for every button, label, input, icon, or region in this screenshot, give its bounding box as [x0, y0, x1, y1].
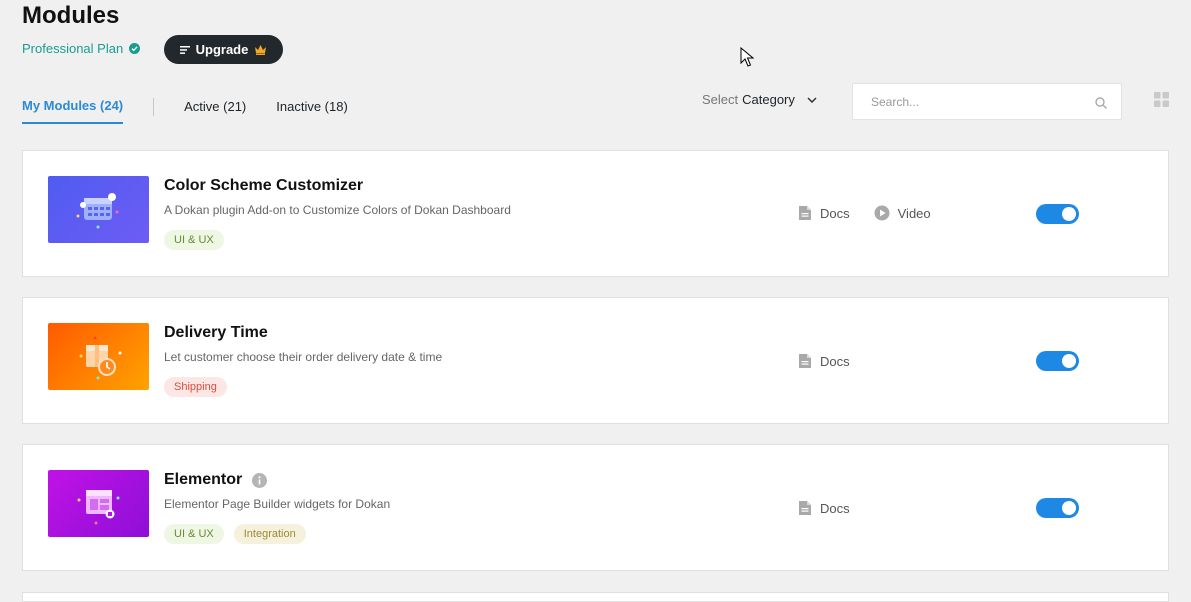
upgrade-button[interactable]: Upgrade — [164, 35, 283, 64]
module-card: Color Scheme Customizer A Dokan plugin A… — [22, 150, 1169, 277]
module-description: Let customer choose their order delivery… — [164, 350, 443, 364]
play-circle-icon — [874, 205, 890, 221]
crown-icon — [255, 45, 267, 55]
video-link-label: Video — [897, 205, 931, 221]
tag-integration[interactable]: Integration — [233, 524, 306, 544]
plan-label: Professional Plan — [22, 41, 124, 56]
mouse-cursor-icon — [740, 47, 754, 67]
tab-divider — [153, 98, 155, 116]
toggle-knob — [1062, 354, 1076, 368]
tab-active[interactable]: Active (21) — [184, 96, 246, 118]
module-tags: UI & UX Integration — [164, 524, 306, 544]
document-icon — [799, 206, 811, 220]
module-toggle[interactable] — [1036, 351, 1079, 371]
module-thumbnail — [48, 176, 149, 243]
module-toggle[interactable] — [1036, 204, 1079, 224]
module-title: Elementor — [164, 471, 268, 489]
tag-ui-ux[interactable]: UI & UX — [164, 524, 224, 544]
module-thumbnail — [48, 323, 149, 390]
page-title: Modules — [22, 2, 120, 29]
box-clock-icon — [79, 336, 122, 380]
tag-ui-ux[interactable]: UI & UX — [164, 230, 224, 250]
info-icon[interactable] — [252, 472, 268, 488]
module-description: A Dokan plugin Add-on to Customize Color… — [164, 203, 511, 217]
module-tabs: My Modules (24) Active (21) Inactive (18… — [22, 90, 348, 124]
category-select-prefix: Select — [702, 92, 739, 107]
module-tags: UI & UX — [164, 230, 224, 250]
toggle-knob — [1062, 207, 1076, 221]
module-title: Delivery Time — [164, 324, 268, 342]
toggle-knob — [1062, 501, 1076, 515]
docs-link[interactable]: Docs — [798, 500, 850, 516]
tab-inactive[interactable]: Inactive (18) — [276, 96, 348, 118]
module-tags: Shipping — [164, 377, 227, 397]
docs-link-label: Docs — [820, 353, 850, 369]
module-title-text: Color Scheme Customizer — [164, 177, 364, 194]
search-box — [852, 83, 1122, 120]
calendar-palette-icon — [76, 193, 119, 229]
module-title: Color Scheme Customizer — [164, 177, 363, 195]
menu-lines-icon — [179, 45, 190, 54]
category-select[interactable]: Select Category — [702, 92, 817, 107]
module-thumbnail — [48, 470, 149, 537]
upgrade-label: Upgrade — [195, 42, 249, 57]
category-select-value: Category — [742, 92, 795, 107]
module-card: Elementor Elementor Page Builder widgets… — [22, 444, 1169, 571]
module-toggle[interactable] — [1036, 498, 1079, 518]
document-icon — [799, 501, 811, 515]
chevron-down-icon — [807, 96, 817, 103]
docs-link[interactable]: Docs — [798, 353, 850, 369]
docs-link-label: Docs — [820, 205, 850, 221]
docs-link-label: Docs — [820, 500, 850, 516]
document-icon — [799, 354, 811, 368]
module-description: Elementor Page Builder widgets for Dokan — [164, 497, 391, 511]
tab-my-modules[interactable]: My Modules (24) — [22, 95, 124, 124]
docs-link[interactable]: Docs — [798, 205, 850, 221]
plan-badge: Professional Plan — [22, 41, 141, 56]
module-card-partial — [22, 592, 1169, 602]
search-input[interactable] — [869, 94, 1073, 110]
module-card: Delivery Time Let customer choose their … — [22, 297, 1169, 424]
page-builder-icon — [77, 490, 120, 525]
video-link[interactable]: Video — [874, 205, 931, 221]
module-links: Docs — [798, 500, 874, 516]
grid-view-icon[interactable] — [1154, 92, 1169, 107]
search-icon[interactable] — [1095, 97, 1107, 109]
module-links: Docs Video — [798, 205, 955, 221]
verified-check-icon — [129, 43, 141, 54]
module-title-text: Delivery Time — [164, 324, 268, 341]
tag-shipping[interactable]: Shipping — [164, 377, 227, 397]
module-links: Docs — [798, 353, 874, 369]
module-title-text: Elementor — [164, 471, 243, 488]
